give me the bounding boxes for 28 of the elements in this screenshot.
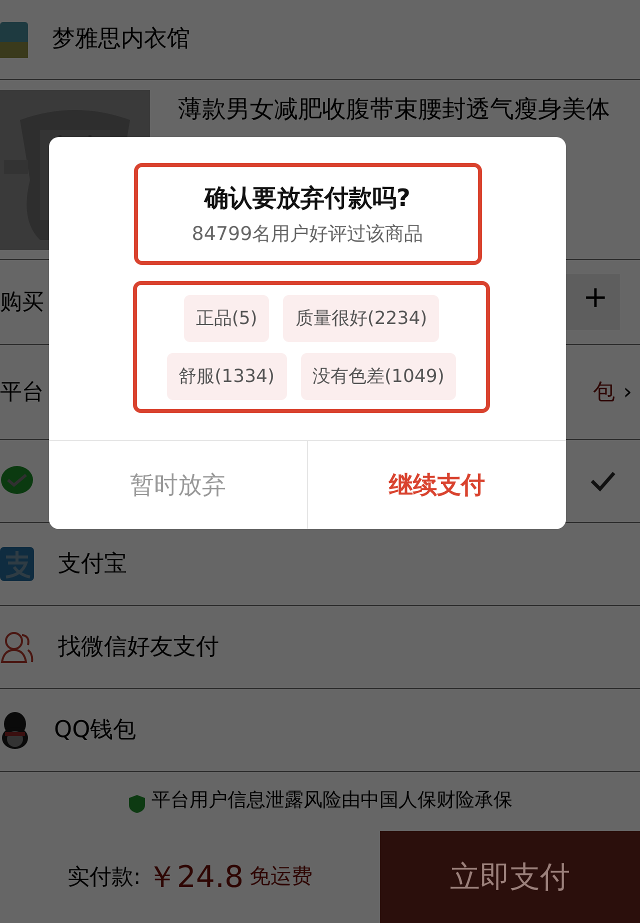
review-tag[interactable]: 质量很好(2234) [283,294,440,342]
total-amount: ￥24.8 [146,858,244,896]
insurance-notice: 平台用户信息泄露风险由中国人保财险承保 [152,788,512,812]
people-icon [0,630,34,664]
penguin-icon [0,710,30,750]
platform-label: 平台 [0,378,44,406]
payment-logo-icon [0,547,34,581]
pay-now-button[interactable]: 立即支付 [380,831,640,923]
quantity-label: 购买 [0,288,44,316]
cancel-button[interactable]: 暂时放弃 [49,441,308,529]
total-label: 实付款: [67,864,141,892]
dialog-title: 确认要放弃付款吗? [204,182,410,214]
payment-option[interactable]: QQ钱包 [0,689,640,772]
shipping-note: 免运费 [250,863,313,890]
shield-icon [128,794,146,814]
payment-label: 支付宝 [58,550,127,579]
bonus-label: 包 [593,378,616,406]
shop-logo-icon [0,22,28,58]
payment-label: QQ钱包 [54,716,136,745]
review-tag[interactable]: 正品(5) [184,294,270,342]
payment-option[interactable]: 找微信好友支付 [0,606,640,689]
chevron-icon[interactable]: › [623,376,632,408]
product-title: 薄款男女减肥收腹带束腰封透气瘦身美体 [178,94,611,125]
dialog-subtitle: 84799名用户好评过该商品 [192,222,424,247]
review-tag[interactable]: 没有色差(1049) [300,352,456,400]
payment-label: 找微信好友支付 [58,632,219,662]
shop-name: 梦雅思内衣馆 [52,25,190,54]
review-tag[interactable]: 舒服(1334) [166,352,286,400]
